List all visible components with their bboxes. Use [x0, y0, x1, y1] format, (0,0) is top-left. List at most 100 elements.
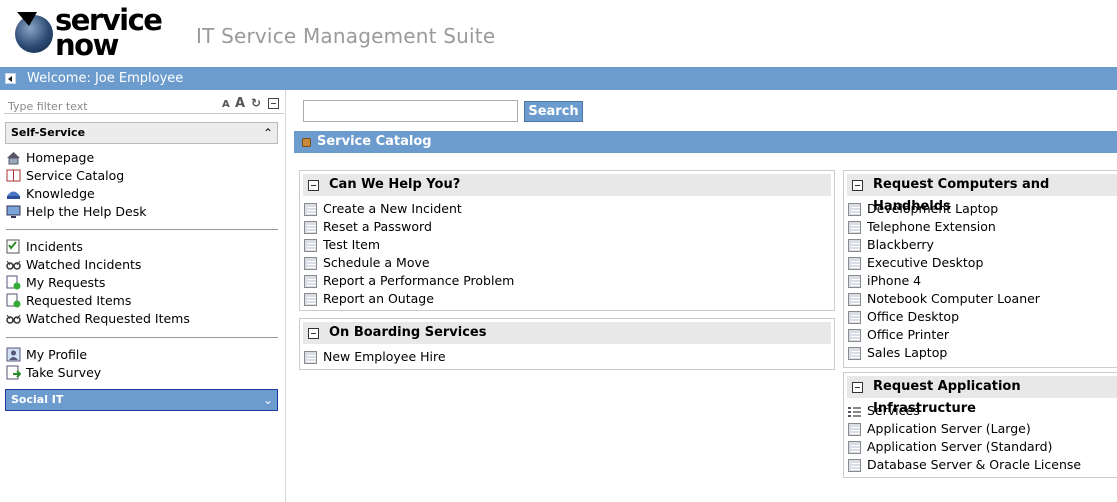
catalog-item-icon — [848, 441, 861, 454]
nav-divider — [6, 229, 278, 230]
catalog-item[interactable]: Development Laptop — [848, 200, 998, 218]
catalog-title: Service Catalog — [317, 134, 432, 149]
home-icon — [6, 150, 21, 165]
left-navigator: A A ↻ Self-Service ⌃ Homepage Service Ca… — [0, 90, 286, 502]
catalog-item-icon — [848, 459, 861, 472]
app-self-service[interactable]: Self-Service ⌃ — [5, 122, 278, 144]
item-label: Application Server (Large) — [867, 421, 1031, 436]
catalog-item[interactable]: Blackberry — [848, 236, 934, 254]
app-title: Self-Service — [11, 126, 86, 139]
catalog-item[interactable]: Office Printer — [848, 326, 949, 344]
catalog-item-icon — [848, 423, 861, 436]
nav-label: Take Survey — [26, 365, 102, 380]
app-social-it[interactable]: Social IT ⌄ — [5, 389, 278, 411]
font-larger-icon[interactable]: A — [235, 96, 245, 111]
chevron-up-icon[interactable]: ⌃ — [263, 123, 273, 143]
item-label: Executive Desktop — [867, 255, 984, 270]
catalog-item-icon — [848, 239, 861, 252]
catalog-item[interactable]: New Employee Hire — [304, 348, 446, 366]
filter-input[interactable] — [8, 98, 208, 114]
catalog-item[interactable]: Telephone Extension — [848, 218, 996, 236]
collapse-panel-icon[interactable] — [852, 180, 863, 191]
catalog-item-icon — [848, 221, 861, 234]
search-button[interactable]: Search — [524, 101, 583, 122]
catalog-item-icon — [848, 293, 861, 306]
catalog-item[interactable]: Sales Laptop — [848, 344, 947, 362]
panel-header: Request Application Infrastructure — [847, 376, 1117, 416]
nav-label: Incidents — [26, 239, 83, 254]
panel-request-computers: Request Computers and Handhelds Developm… — [843, 170, 1117, 368]
collapse-panel-icon[interactable] — [852, 382, 863, 393]
nav-my-profile[interactable]: My Profile — [6, 346, 87, 364]
nav-label: Watched Incidents — [26, 257, 142, 272]
catalog-item[interactable]: Create a New Incident — [304, 200, 462, 218]
nav-help-the-help-desk[interactable]: Help the Help Desk — [6, 203, 147, 221]
item-label: Report a Performance Problem — [323, 273, 515, 288]
catalog-item[interactable]: Report an Outage — [304, 290, 434, 308]
item-label: Development Laptop — [867, 201, 999, 216]
catalog-item[interactable]: iPhone 4 — [848, 272, 921, 290]
nav-requested-items[interactable]: Requested Items — [6, 292, 131, 310]
item-label: Office Printer — [867, 327, 950, 342]
collapse-panel-icon[interactable] — [308, 180, 319, 191]
item-label: Telephone Extension — [867, 219, 996, 234]
nav-incidents[interactable]: Incidents — [6, 238, 83, 256]
catalog-item[interactable]: Reset a Password — [304, 218, 432, 236]
survey-icon — [6, 365, 22, 380]
panel-on-boarding: On Boarding Services New Employee Hire — [299, 318, 835, 370]
catalog-item[interactable]: Application Server (Large) — [848, 420, 1031, 438]
item-label: Services — [867, 403, 920, 418]
catalog-item[interactable]: Application Server (Standard) — [848, 438, 1052, 456]
nav-homepage[interactable]: Homepage — [6, 149, 94, 167]
catalog-item[interactable]: Report a Performance Problem — [304, 272, 514, 290]
item-label: Schedule a Move — [323, 255, 430, 270]
service-catalog-bar: Service Catalog — [294, 131, 1117, 153]
catalog-item-icon — [304, 275, 317, 288]
nav-knowledge[interactable]: Knowledge — [6, 185, 95, 203]
list-icon — [848, 405, 861, 418]
nav-divider — [6, 337, 278, 338]
nav-watched-requested-items[interactable]: Watched Requested Items — [6, 310, 190, 328]
catalog-item[interactable]: Database Server & Oracle License — [848, 456, 1081, 474]
collapse-all-icon[interactable] — [268, 98, 279, 109]
panel-title: On Boarding Services — [329, 325, 487, 340]
font-smaller-icon[interactable]: A — [222, 99, 230, 110]
nav-my-requests[interactable]: My Requests — [6, 274, 105, 292]
filter-bar: A A ↻ — [4, 96, 284, 114]
catalog-item-icon — [304, 239, 317, 252]
item-label: Application Server (Standard) — [867, 439, 1053, 454]
catalog-item[interactable]: Test Item — [304, 236, 380, 254]
item-label: Reset a Password — [323, 219, 432, 234]
nav-watched-incidents[interactable]: Watched Incidents — [6, 256, 141, 274]
item-label: iPhone 4 — [867, 273, 922, 288]
collapse-panel-icon[interactable] — [308, 328, 319, 339]
catalog-item-icon — [304, 257, 317, 270]
item-label: New Employee Hire — [323, 349, 446, 364]
panel-title: Can We Help You? — [329, 177, 461, 192]
nav-label: Homepage — [26, 150, 95, 165]
catalog-item-icon — [304, 293, 317, 306]
servicenow-logo[interactable]: service now — [15, 6, 180, 60]
catalog-category[interactable]: Services — [848, 402, 920, 420]
nav-label: Knowledge — [26, 186, 95, 201]
search-input[interactable] — [303, 100, 518, 122]
catalog-item[interactable]: Executive Desktop — [848, 254, 983, 272]
panel-header: Request Computers and Handhelds — [847, 174, 1117, 214]
refresh-icon[interactable]: ↻ — [251, 96, 261, 110]
item-label: Report an Outage — [323, 291, 434, 306]
catalog-item[interactable]: Schedule a Move — [304, 254, 430, 272]
panel-request-app-infrastructure: Request Application Infrastructure Servi… — [843, 372, 1117, 478]
knowledge-icon — [6, 186, 21, 201]
catalog-item-icon — [304, 351, 317, 364]
panel-header: Can We Help You? — [303, 174, 831, 196]
nav-take-survey[interactable]: Take Survey — [6, 364, 101, 382]
nav-service-catalog[interactable]: Service Catalog — [6, 167, 124, 185]
collapse-nav-icon[interactable] — [5, 73, 16, 84]
nav-label: My Requests — [26, 275, 106, 290]
chevron-down-icon[interactable]: ⌄ — [263, 390, 273, 410]
item-label: Notebook Computer Loaner — [867, 291, 1040, 306]
request-icon — [6, 293, 21, 308]
catalog-item[interactable]: Office Desktop — [848, 308, 959, 326]
catalog-item[interactable]: Notebook Computer Loaner — [848, 290, 1040, 308]
suite-title: IT Service Management Suite — [196, 24, 496, 48]
